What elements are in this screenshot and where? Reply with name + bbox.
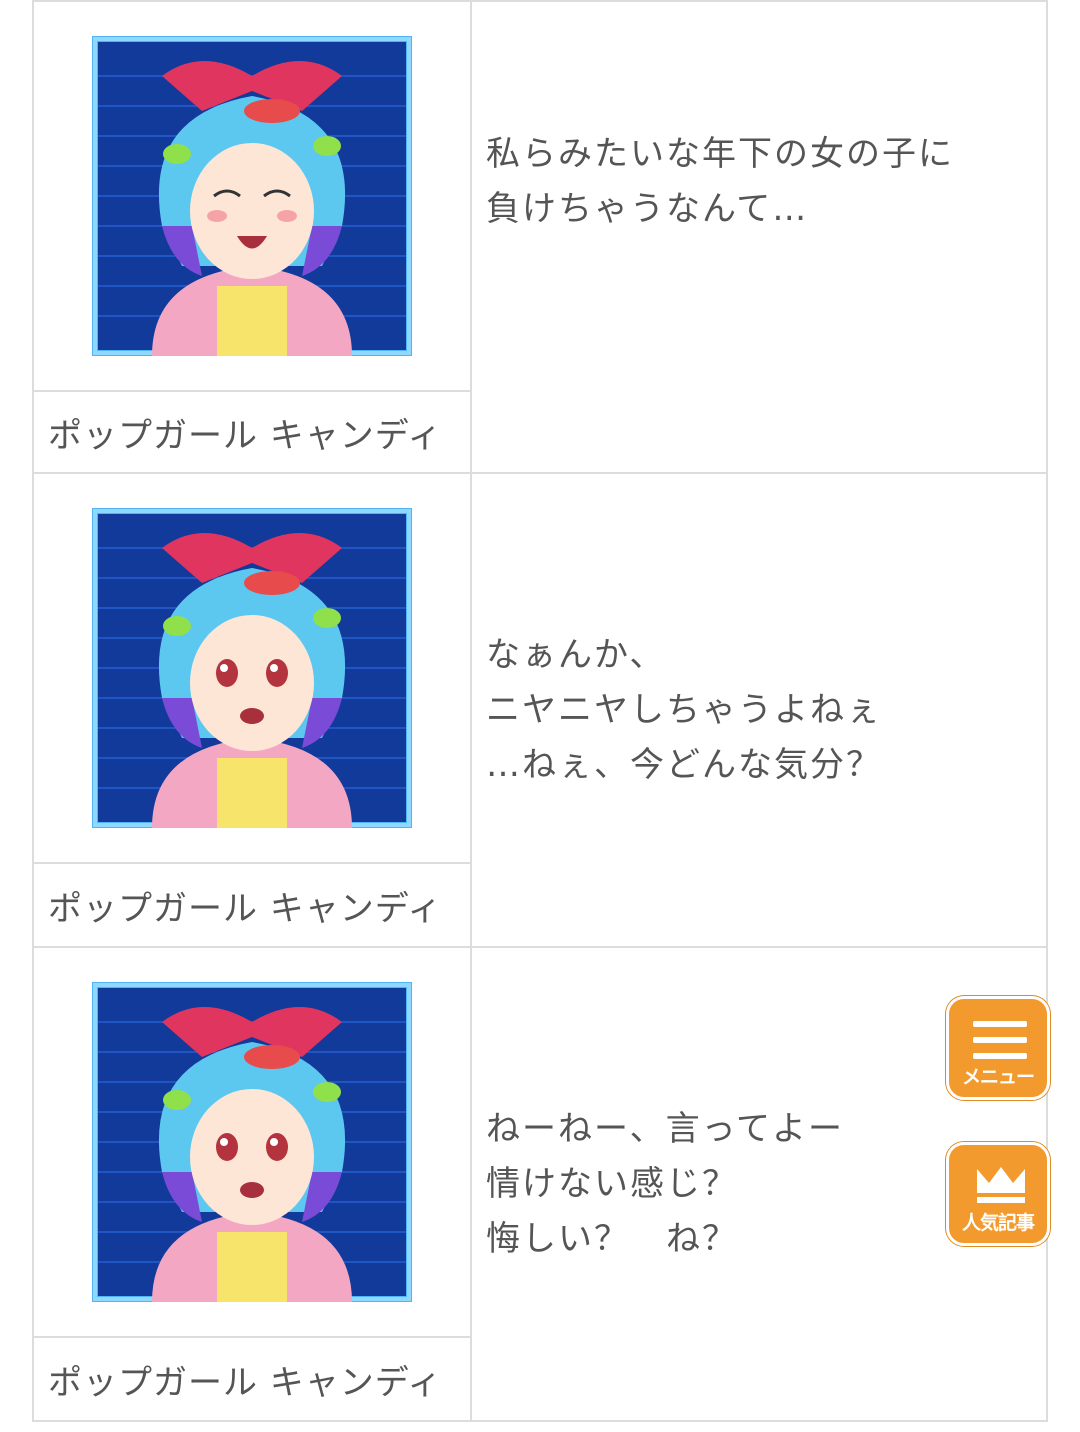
dialogue-line: 情けない感じ？: [486, 1163, 738, 1204]
dialogue-row: ポップガール キャンディ 私らみたいな年下の女の子に 負けちゃうなんて…: [32, 0, 1048, 474]
dialogue-line: 私らみたいな年下の女の子に: [486, 134, 954, 174]
speaker-name: ポップガール キャンディ: [48, 888, 443, 929]
dialogue-row: ポップガール キャンディ ねーねー、言ってよー 情けない感じ？ 悔しい？ ね？: [32, 948, 1048, 1422]
dialogue-line: 悔しい？ ね？: [486, 1218, 738, 1259]
dialogue-lines: なぁんか、 ニヤニヤしちゃうよねぇ …ねぇ、今どんな気分？: [486, 628, 882, 793]
dialogue-table: ポップガール キャンディ 私らみたいな年下の女の子に 負けちゃうなんて… ポップ…: [32, 0, 1048, 1422]
speaker-cell: ポップガール キャンディ: [34, 474, 472, 946]
dialogue-line: …ねぇ、今どんな気分？: [486, 744, 882, 785]
dialogue-line: なぁんか、: [486, 634, 666, 675]
speaker-name: ポップガール キャンディ: [48, 415, 443, 456]
avatar-cell: [34, 2, 470, 392]
line-cell: 私らみたいな年下の女の子に 負けちゃうなんて…: [472, 2, 1046, 472]
dialogue-lines: ねーねー、言ってよー 情けない感じ？ 悔しい？ ね？: [486, 1102, 844, 1267]
line-cell: なぁんか、 ニヤニヤしちゃうよねぇ …ねぇ、今どんな気分？: [472, 474, 1046, 946]
dialogue-row: ポップガール キャンディ なぁんか、 ニヤニヤしちゃうよねぇ …ねぇ、今どんな気…: [32, 474, 1048, 948]
menu-button-label: メニュー: [961, 1066, 1035, 1088]
dialogue-lines: 私らみたいな年下の女の子に 負けちゃうなんて…: [486, 127, 954, 237]
menu-button[interactable]: メニュー: [946, 996, 1050, 1100]
character-avatar: [92, 508, 412, 828]
character-avatar: [92, 982, 412, 1302]
speaker-cell: ポップガール キャンディ: [34, 2, 472, 472]
avatar-cell: [34, 948, 470, 1338]
popular-articles-label: 人気記事: [961, 1212, 1035, 1234]
avatar-cell: [34, 474, 470, 864]
speaker-cell: ポップガール キャンディ: [34, 948, 472, 1420]
popular-articles-button[interactable]: 人気記事: [946, 1142, 1050, 1246]
dialogue-line: ねーねー、言ってよー: [486, 1108, 844, 1149]
speaker-name: ポップガール キャンディ: [48, 1362, 443, 1403]
crown-icon: [977, 1167, 1025, 1203]
dialogue-line: 負けちゃうなんて…: [486, 189, 809, 229]
character-avatar: [92, 36, 412, 356]
dialogue-line: ニヤニヤしちゃうよねぇ: [486, 689, 882, 730]
